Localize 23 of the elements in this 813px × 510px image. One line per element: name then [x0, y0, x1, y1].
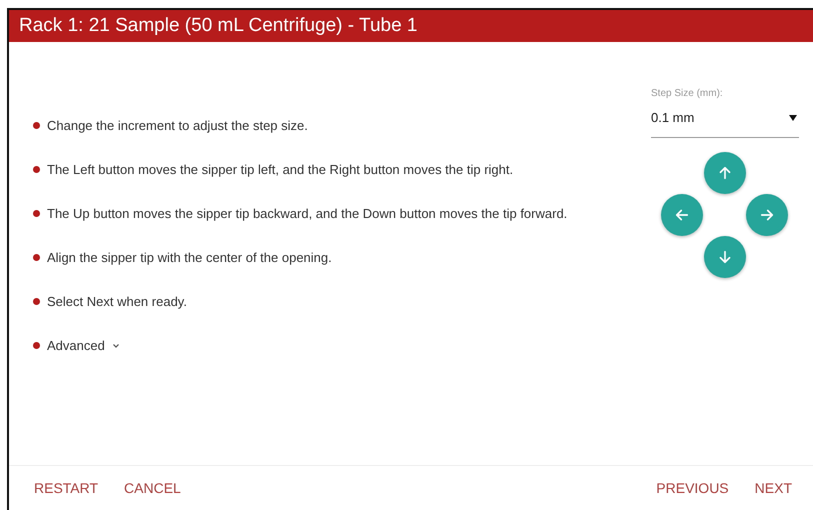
footer-button[interactable]: RESTART — [23, 474, 110, 502]
bullet-icon — [33, 210, 40, 217]
caret-down-icon — [789, 114, 797, 120]
dialog-title-bar: Rack 1: 21 Sample (50 mL Centrifuge) - Tube 1 — [9, 10, 813, 42]
bullet-icon — [33, 254, 40, 261]
step-size-dropdown[interactable]: Step Size (mm): 0.1 mm — [651, 88, 799, 138]
bullet-icon — [33, 166, 40, 173]
advanced-toggle[interactable]: Advanced — [47, 338, 121, 353]
instruction-text: Select Next when ready. — [47, 294, 187, 309]
footer-button[interactable]: CANCEL — [113, 474, 192, 502]
right-arrow-button[interactable] — [746, 194, 788, 236]
footer-button[interactable]: PREVIOUS — [645, 474, 740, 502]
instruction-text: The Up button moves the sipper tip backward, and the Down button moves the tip forward. — [47, 206, 568, 221]
bullet-icon — [33, 122, 40, 129]
left-arrow-button[interactable] — [661, 194, 703, 236]
footer-button[interactable]: NEXT — [744, 474, 803, 502]
bullet-icon — [33, 342, 40, 349]
up-arrow-button[interactable] — [704, 152, 746, 194]
instruction-text: Change the increment to adjust the step size. — [47, 118, 308, 133]
bullet-icon — [33, 298, 40, 305]
instruction-text: Align the sipper tip with the center of the opening. — [47, 250, 332, 265]
instruction-text: The Left button moves the sipper tip left, and the Right button moves the tip right. — [47, 162, 514, 177]
down-arrow-button[interactable] — [704, 236, 746, 278]
